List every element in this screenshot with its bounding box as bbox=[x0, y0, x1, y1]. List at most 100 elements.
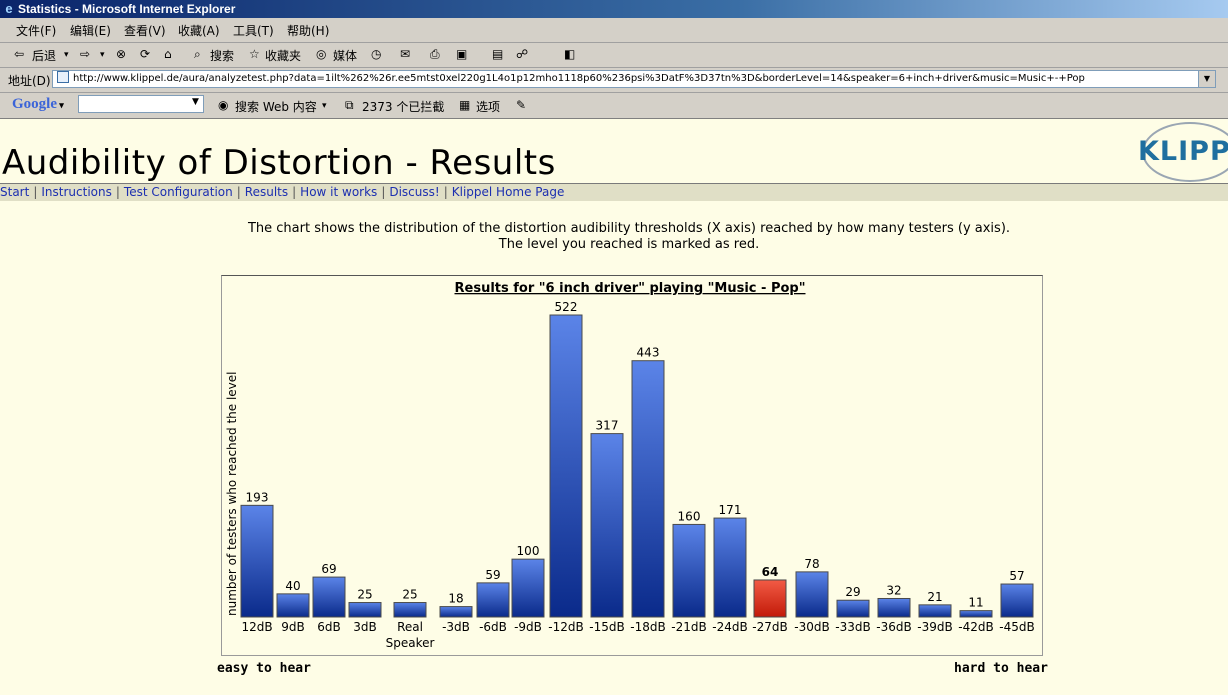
intro-line-2: The level you reached is marked as red. bbox=[498, 237, 760, 252]
x-tick-label: -36dB bbox=[876, 620, 911, 634]
bar--15db bbox=[590, 433, 624, 618]
menu-bar: 文件(F) 编辑(E) 查看(V) 收藏(A) 工具(T) 帮助(H) bbox=[0, 18, 1228, 43]
options-icon[interactable]: ▦ bbox=[459, 98, 470, 112]
x-tick-label: -6dB bbox=[479, 620, 507, 634]
address-bar: 地址(D) http://www.klippel.de/aura/analyze… bbox=[0, 68, 1228, 93]
bar--9db bbox=[511, 558, 545, 618]
results-chart: Results for "6 inch driver" playing "Mus… bbox=[221, 275, 1043, 656]
nav-separator: | bbox=[236, 185, 241, 199]
x-tick-label: -9dB bbox=[514, 620, 542, 634]
bar-group: 193 12dB 40 9dB 69 6dB 25 3dB 25 Real Speaker 18 -3d… bbox=[240, 300, 1035, 650]
forward-icon[interactable]: ⇨ bbox=[80, 47, 90, 61]
nav-instructions[interactable]: Instructions bbox=[41, 185, 111, 199]
forward-dropdown-icon[interactable]: ▾ bbox=[100, 50, 105, 60]
bar--24db bbox=[713, 517, 747, 618]
x-tick-label: -27dB bbox=[752, 620, 787, 634]
discuss-icon[interactable]: ▤ bbox=[492, 47, 503, 61]
back-button[interactable]: 后退 bbox=[32, 47, 56, 64]
menu-view[interactable]: 查看(V) bbox=[124, 22, 166, 39]
google-logo-text: Google bbox=[12, 96, 57, 112]
popup-blocked-count[interactable]: 2373 个已拦截 bbox=[362, 98, 444, 115]
menu-favorites[interactable]: 收藏(A) bbox=[178, 22, 220, 39]
mail-icon[interactable]: ✉ bbox=[400, 47, 410, 61]
stop-icon[interactable]: ⊗ bbox=[116, 47, 126, 61]
bar-value-label: 57 bbox=[1009, 569, 1024, 583]
nav-how-it-works[interactable]: How it works bbox=[300, 185, 377, 199]
x-tick-label: -21dB bbox=[671, 620, 706, 634]
google-dropdown-icon[interactable]: ▾ bbox=[57, 100, 64, 110]
menu-file[interactable]: 文件(F) bbox=[16, 22, 56, 39]
x-tick-label: -18dB bbox=[630, 620, 665, 634]
bar-value-label: 40 bbox=[285, 579, 300, 593]
favorites-button[interactable]: 收藏夹 bbox=[265, 47, 301, 64]
nav-start[interactable]: Start bbox=[0, 185, 29, 199]
messenger-icon[interactable]: ☍ bbox=[516, 47, 528, 61]
media-icon[interactable]: ◎ bbox=[316, 47, 326, 61]
address-url[interactable]: http://www.klippel.de/aura/analyzetest.p… bbox=[73, 73, 1085, 84]
research-icon[interactable]: ◧ bbox=[564, 47, 575, 61]
logo-text: KLIPPE bbox=[1138, 136, 1228, 167]
nav-test-configuration[interactable]: Test Configuration bbox=[124, 185, 233, 199]
x-tick-label: -42dB bbox=[958, 620, 993, 634]
refresh-icon[interactable]: ⟳ bbox=[140, 47, 150, 61]
google-search-dropdown-icon[interactable]: ▼ bbox=[192, 97, 199, 107]
menu-tools[interactable]: 工具(T) bbox=[233, 22, 274, 39]
bar-value-label: 171 bbox=[719, 503, 742, 517]
nav-results[interactable]: Results bbox=[245, 185, 288, 199]
popup-blocker-icon[interactable]: ⧉ bbox=[345, 98, 354, 113]
x-tick-label: Real bbox=[397, 620, 423, 634]
x-tick-label: -33dB bbox=[835, 620, 870, 634]
bar-value-label: 64 bbox=[762, 565, 779, 579]
search-icon[interactable]: ⌕ bbox=[194, 47, 201, 62]
x-tick-label: -30dB bbox=[794, 620, 829, 634]
nav-separator: | bbox=[381, 185, 386, 199]
home-icon[interactable]: ⌂ bbox=[164, 47, 172, 61]
history-icon[interactable]: ◷ bbox=[371, 47, 381, 61]
intro-line-1: The chart shows the distribution of the … bbox=[247, 221, 1011, 236]
back-arrow-icon[interactable]: ⇦ bbox=[14, 47, 24, 61]
ie-icon: e bbox=[5, 1, 13, 16]
x-tick-label: -12dB bbox=[548, 620, 583, 634]
bar--12db bbox=[549, 314, 583, 618]
bar-value-label: 443 bbox=[637, 346, 660, 360]
x-tick-label: -3dB bbox=[442, 620, 470, 634]
media-button[interactable]: 媒体 bbox=[333, 47, 357, 64]
menu-edit[interactable]: 编辑(E) bbox=[70, 22, 111, 39]
favorites-icon[interactable]: ☆ bbox=[249, 47, 260, 61]
address-input[interactable]: http://www.klippel.de/aura/analyzetest.p… bbox=[52, 70, 1216, 88]
google-search-web-button[interactable]: 搜索 Web 内容 bbox=[235, 98, 317, 115]
edit-icon[interactable]: ▣ bbox=[456, 47, 467, 61]
window-title: Statistics - Microsoft Internet Explorer bbox=[18, 2, 236, 16]
bar--3db bbox=[439, 606, 473, 618]
x-tick-label: 9dB bbox=[281, 620, 304, 634]
nav-discuss[interactable]: Discuss! bbox=[389, 185, 439, 199]
x-tick-label: 3dB bbox=[353, 620, 376, 634]
google-web-icon[interactable]: ◉ bbox=[218, 98, 228, 112]
x-tick-label: Speaker bbox=[386, 636, 435, 650]
bar-value-label: 69 bbox=[321, 562, 336, 576]
google-search-web-dropdown-icon[interactable]: ▾ bbox=[322, 101, 327, 111]
bar--6db bbox=[476, 582, 510, 618]
bar--39db bbox=[918, 604, 952, 618]
google-toolbar: Google ▾ ▼ ◉ 搜索 Web 内容 ▾ ⧉ 2373 个已拦截 ▦ 选… bbox=[0, 93, 1228, 119]
bar-9db bbox=[276, 593, 310, 618]
search-button[interactable]: 搜索 bbox=[210, 47, 234, 64]
bar-value-label: 100 bbox=[517, 544, 540, 558]
print-icon[interactable]: ⎙ bbox=[430, 47, 440, 62]
klippel-logo[interactable]: KLIPPE bbox=[1136, 122, 1228, 184]
back-dropdown-icon[interactable]: ▾ bbox=[64, 50, 69, 60]
intro-text: The chart shows the distribution of the … bbox=[0, 221, 1228, 253]
bar-value-label: 59 bbox=[485, 568, 500, 582]
x-tick-label: -45dB bbox=[999, 620, 1034, 634]
nav-klippel-home[interactable]: Klippel Home Page bbox=[452, 185, 565, 199]
x-tick-label: -15dB bbox=[589, 620, 624, 634]
toolbar: ⇦ 后退 ▾ ⇨ ▾ ⊗ ⟳ ⌂ ⌕ 搜索 ☆ 收藏夹 ◎ 媒体 ◷ ✉ ⎙ ▣… bbox=[0, 43, 1228, 68]
google-logo[interactable]: Google ▾ bbox=[12, 96, 64, 113]
address-dropdown-icon[interactable]: ▼ bbox=[1198, 71, 1215, 87]
chart-title: Results for "6 inch driver" playing "Mus… bbox=[455, 281, 806, 296]
bar-value-label: 160 bbox=[678, 509, 701, 523]
menu-help[interactable]: 帮助(H) bbox=[287, 22, 329, 39]
pen-icon[interactable]: ✎ bbox=[516, 98, 526, 112]
google-search-input[interactable] bbox=[78, 95, 204, 113]
google-options-button[interactable]: 选项 bbox=[476, 98, 500, 115]
